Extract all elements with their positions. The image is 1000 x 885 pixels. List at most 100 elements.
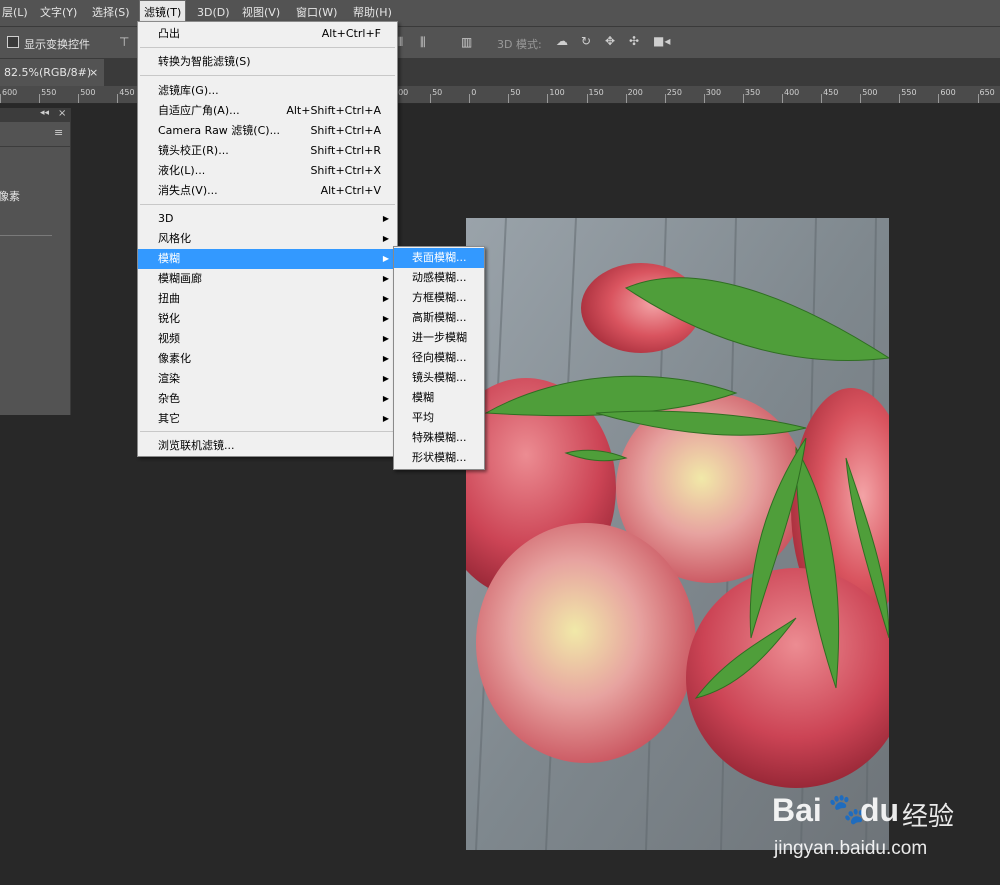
ruler-label: 500 [80, 88, 96, 97]
ruler-label: 350 [744, 88, 761, 97]
ruler-tick [78, 94, 80, 103]
submenu-arrow-icon: ▶ [382, 214, 389, 223]
ruler-label: 500 [862, 88, 878, 97]
auto-align-icon[interactable]: ▥ [461, 35, 472, 49]
menu-item-3d[interactable]: 3D ▶ [138, 209, 397, 229]
submenu-item-average[interactable]: 平均 [394, 408, 484, 428]
ruler-label: 600 [2, 88, 18, 97]
submenu-item-blur-more[interactable]: 进一步模糊 [394, 328, 484, 348]
menu-item-shortcut: Shift+Ctrl+X [310, 164, 381, 177]
slide-3d-icon[interactable]: ✣ [629, 34, 639, 48]
submenu-item-box-blur[interactable]: 方框模糊... [394, 288, 484, 308]
menu-item-lens-correction[interactable]: 镜头校正(R)... Shift+Ctrl+R [138, 141, 397, 161]
menu-item-label: 自适应广角(A)... [158, 104, 240, 117]
menu-item-filter-gallery[interactable]: 滤镜库(G)... [138, 81, 397, 101]
menu-item-adaptive-wide-angle[interactable]: 自适应广角(A)... Alt+Shift+Ctrl+A [138, 101, 397, 121]
menu-item-label: 杂色 [158, 392, 180, 405]
submenu-arrow-icon: ▶ [382, 334, 389, 343]
menu-item-sharpen[interactable]: 锐化 ▶ [138, 309, 397, 329]
menu-select[interactable]: 选择(S) [88, 0, 134, 26]
menu-item-label: 模糊画廊 [158, 272, 202, 285]
menu-item-label: 滤镜库(G)... [158, 84, 219, 97]
menu-item-distort[interactable]: 扭曲 ▶ [138, 289, 397, 309]
menu-layer[interactable]: 层(L) [0, 0, 32, 26]
close-icon[interactable]: × [58, 108, 66, 119]
submenu-item-shape-blur[interactable]: 形状模糊... [394, 448, 484, 468]
submenu-item-radial-blur[interactable]: 径向模糊... [394, 348, 484, 368]
drag-3d-icon[interactable]: ✥ [605, 34, 615, 48]
menu-item-pixelate[interactable]: 像素化 ▶ [138, 349, 397, 369]
distribute-horizontal-icon[interactable]: ⫼ [420, 35, 426, 49]
menu-item-stylize[interactable]: 风格化 ▶ [138, 229, 397, 249]
menu-item-noise[interactable]: 杂色 ▶ [138, 389, 397, 409]
watermark-url: jingyan.baidu.com [774, 838, 928, 859]
ruler-tick [586, 94, 588, 103]
menu-item-video[interactable]: 视频 ▶ [138, 329, 397, 349]
menu-item-render[interactable]: 渲染 ▶ [138, 369, 397, 389]
ruler-label: 450 [823, 88, 839, 97]
menu-item-label: 形状模糊... [412, 451, 467, 464]
menu-item-label: 像素化 [158, 352, 191, 365]
ruler-tick [117, 94, 119, 103]
roll-3d-icon[interactable]: ↻ [581, 34, 591, 48]
menu-item-extrude[interactable]: 凸出 Alt+Ctrl+F [138, 24, 397, 44]
align-top-icon[interactable]: ⊤ [119, 35, 129, 49]
menu-item-shortcut: Shift+Ctrl+A [310, 124, 381, 137]
menu-type[interactable]: 文字(Y) [36, 0, 81, 26]
submenu-item-lens-blur[interactable]: 镜头模糊... [394, 368, 484, 388]
ruler-label: 450 [119, 88, 135, 97]
panel-pixel-text: 像素 [0, 190, 20, 203]
menu-item-shortcut: Alt+Ctrl+V [320, 184, 381, 197]
ruler-tick [899, 94, 901, 103]
camera-3d-icon[interactable]: ■◂ [653, 34, 670, 48]
document-tab-label: 82.5%(RGB/8#) [4, 66, 92, 79]
ruler-tick [977, 94, 979, 103]
show-transform-checkbox[interactable] [7, 36, 19, 48]
peach-image [466, 218, 889, 850]
ruler-label: 200 [627, 88, 643, 97]
menu-item-label: Camera Raw 滤镜(C)... [158, 124, 281, 137]
orbit-3d-icon[interactable]: ☁ [556, 34, 568, 48]
submenu-item-motion-blur[interactable]: 动感模糊... [394, 268, 484, 288]
ruler-tick [703, 94, 705, 103]
menu-item-label: 扭曲 [158, 292, 180, 305]
filter-menu: 凸出 Alt+Ctrl+F 转换为智能滤镜(S) 滤镜库(G)... 自适应广角… [137, 21, 398, 457]
menu-item-vanishing-point[interactable]: 消失点(V)... Alt+Ctrl+V [138, 181, 397, 201]
ruler-label: 0 [471, 88, 477, 97]
submenu-arrow-icon: ▶ [382, 414, 389, 423]
menu-item-blur[interactable]: 模糊 ▶ [138, 249, 397, 269]
menu-separator [140, 75, 395, 76]
menu-item-label: 消失点(V)... [158, 184, 218, 197]
menu-item-other[interactable]: 其它 ▶ [138, 409, 397, 429]
menu-item-label: 视频 [158, 332, 180, 345]
menu-item-blur-gallery[interactable]: 模糊画廊 ▶ [138, 269, 397, 289]
menu-item-liquify[interactable]: 液化(L)... Shift+Ctrl+X [138, 161, 397, 181]
panel-menu-icon[interactable]: ≡ [54, 126, 63, 139]
menu-item-shortcut: Alt+Shift+Ctrl+A [286, 104, 381, 117]
ruler-tick [0, 94, 1, 103]
submenu-item-gaussian-blur[interactable]: 高斯模糊... [394, 308, 484, 328]
menu-item-smart-filter[interactable]: 转换为智能滤镜(S) [138, 52, 397, 72]
ruler-tick [782, 94, 783, 103]
blur-submenu: 表面模糊... 动感模糊... 方框模糊... 高斯模糊... 进一步模糊 径向… [393, 246, 485, 470]
menu-item-label: 高斯模糊... [412, 311, 467, 324]
submenu-arrow-icon: ▶ [382, 254, 389, 263]
document-tab[interactable]: 82.5%(RGB/8#) × [0, 59, 104, 86]
submenu-item-blur[interactable]: 模糊 [394, 388, 484, 408]
panel-divider [0, 235, 52, 236]
submenu-item-smart-blur[interactable]: 特殊模糊... [394, 428, 484, 448]
distribute-icon[interactable]: ⫴ [398, 35, 403, 49]
menu-item-camera-raw[interactable]: Camera Raw 滤镜(C)... Shift+Ctrl+A [138, 121, 397, 141]
menu-item-label: 模糊 [158, 252, 180, 265]
ruler-tick [39, 94, 41, 103]
close-icon[interactable]: × [89, 59, 98, 86]
menu-item-browse-online[interactable]: 浏览联机滤镜... [138, 436, 397, 456]
baidu-watermark: Bai 🐾 du 经验 jingyan.baidu.com [772, 778, 982, 868]
menu-item-shortcut: Shift+Ctrl+R [310, 144, 381, 157]
menu-item-label: 镜头校正(R)... [158, 144, 229, 157]
menu-item-label: 渲染 [158, 372, 180, 385]
mode-3d-label: 3D 模式: [497, 38, 542, 51]
show-transform-label: 显示变换控件 [24, 38, 90, 51]
collapse-icon[interactable]: ◂◂ [40, 108, 49, 118]
submenu-item-surface-blur[interactable]: 表面模糊... [394, 248, 484, 268]
